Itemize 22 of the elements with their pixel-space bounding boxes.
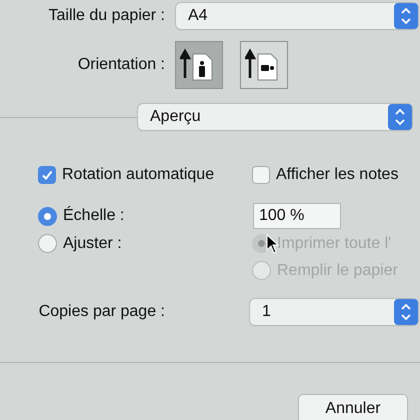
checkbox-label: Rotation automatique: [62, 166, 214, 184]
checkbox[interactable]: [38, 166, 56, 184]
paper-size-label: Taille du papier :: [47, 7, 165, 25]
radio-label: Ajuster :: [63, 234, 122, 252]
orientation-button[interactable]: [175, 41, 223, 89]
radio-button[interactable]: [38, 234, 57, 253]
paper-size-dropdown[interactable]: A4: [176, 3, 418, 29]
app-dropdown[interactable]: Aperçu: [138, 104, 412, 130]
scale-field[interactable]: 100 %: [253, 203, 341, 229]
stepper-icon: [394, 3, 418, 29]
orientation-label: Orientation :: [76, 56, 165, 74]
copies-dropdown[interactable]: 1: [250, 299, 418, 325]
copies-per-page-label: Copies par page :: [38, 303, 165, 321]
checkbox[interactable]: [252, 166, 270, 184]
orientation-button[interactable]: [240, 41, 288, 89]
stepper-icon: [388, 104, 412, 130]
radio-label: Échelle :: [63, 207, 124, 225]
pointer-cursor-icon: [266, 234, 280, 254]
radio-button[interactable]: [38, 206, 57, 226]
checkbox-label: Afficher les notes: [276, 166, 398, 184]
stepper-icon: [394, 299, 418, 325]
cancel-button[interactable]: Annuler: [298, 394, 408, 420]
